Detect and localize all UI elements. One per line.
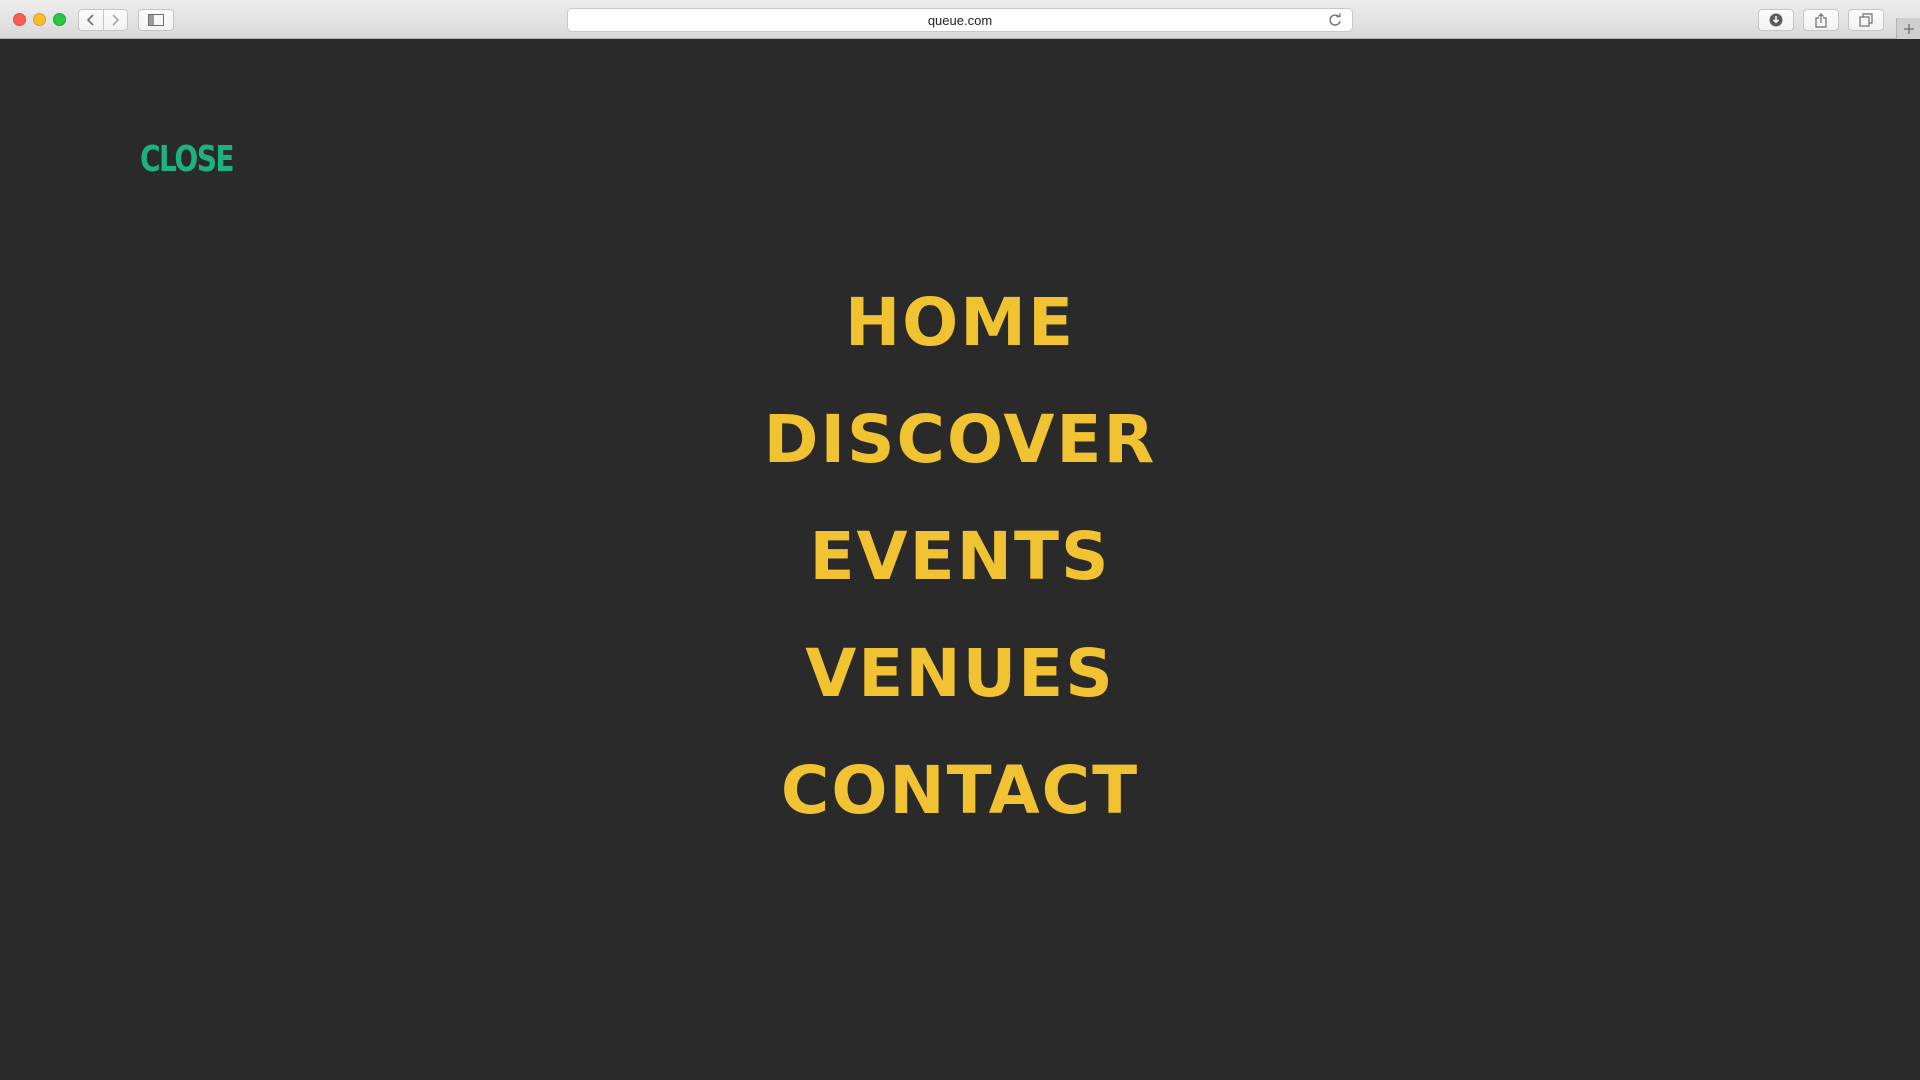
address-bar[interactable]: queue.com [567, 8, 1353, 32]
menu-item-home[interactable]: HOME [845, 264, 1075, 381]
menu-item-venues[interactable]: VENUES [805, 615, 1115, 732]
back-arrow-icon [86, 14, 94, 26]
minimize-window-button[interactable] [33, 13, 46, 26]
tab-overview-button[interactable] [1848, 9, 1884, 31]
forward-arrow-icon [112, 14, 120, 26]
menu-item-discover[interactable]: DISCOVER [764, 381, 1157, 498]
new-tab-button[interactable] [1896, 18, 1920, 39]
close-window-button[interactable] [13, 13, 26, 26]
menu-item-events[interactable]: EVENTS [809, 498, 1110, 615]
fullscreen-window-button[interactable] [53, 13, 66, 26]
url-text: queue.com [927, 12, 993, 28]
sidebar-icon [148, 14, 164, 26]
share-button[interactable] [1803, 9, 1839, 31]
overlay-menu: HOME DISCOVER EVENTS VENUES CONTACT [0, 264, 1920, 849]
share-icon [1815, 12, 1827, 28]
menu-item-contact[interactable]: CONTACT [781, 732, 1139, 849]
plus-icon [1903, 23, 1914, 34]
history-nav [78, 9, 128, 31]
forward-button[interactable] [102, 10, 127, 30]
browser-toolbar: queue.com [0, 0, 1920, 39]
sidebar-toggle-button[interactable] [138, 9, 174, 31]
page-content: CLOSE HOME DISCOVER EVENTS VENUES CONTAC… [0, 39, 1920, 1080]
download-icon [1769, 13, 1783, 27]
downloads-button[interactable] [1758, 9, 1794, 31]
close-menu-button[interactable]: CLOSE [140, 139, 235, 180]
reload-icon[interactable] [1328, 13, 1342, 27]
back-button[interactable] [79, 10, 103, 30]
tabs-icon [1859, 13, 1873, 27]
